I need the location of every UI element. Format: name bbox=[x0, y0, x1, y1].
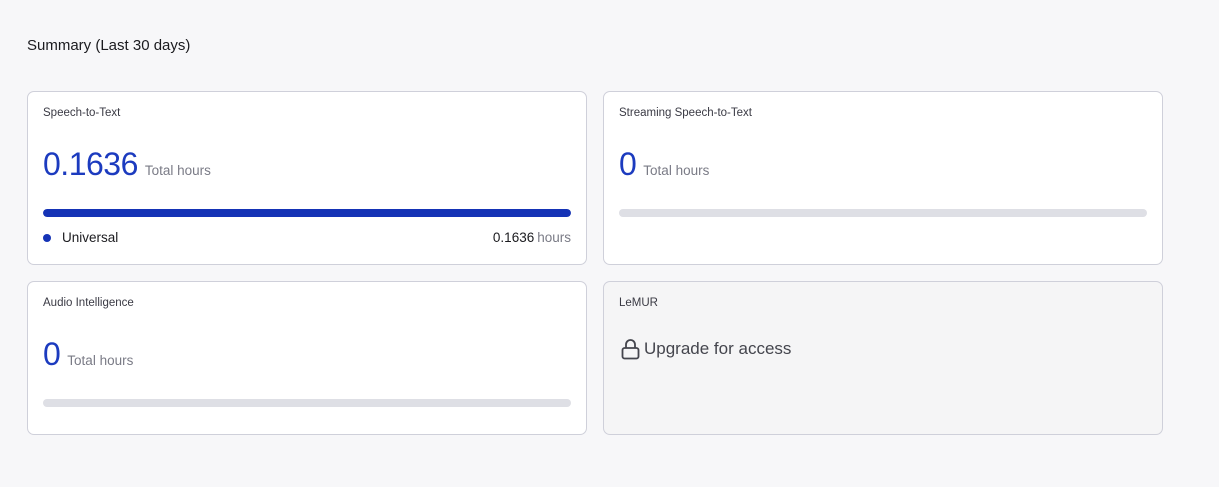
metric: 0 Total hours bbox=[619, 146, 709, 182]
legend-value-number: 0.1636 bbox=[492, 230, 535, 245]
lock-icon bbox=[621, 338, 640, 360]
speech-to-text-card: Speech-to-Text 0.1636 Total hours Univer… bbox=[27, 91, 587, 265]
total-hours-label: Total hours bbox=[67, 353, 134, 368]
card-title: Speech-to-Text bbox=[43, 107, 121, 119]
usage-bar bbox=[619, 209, 1147, 217]
usage-bar bbox=[43, 209, 571, 217]
upgrade-text: Upgrade for access bbox=[644, 339, 792, 358]
summary-title: Summary (Last 30 days) bbox=[27, 37, 191, 54]
audio-intelligence-card: Audio Intelligence 0 Total hours bbox=[27, 281, 587, 435]
card-title: Streaming Speech-to-Text bbox=[619, 107, 752, 119]
usage-bar-fill bbox=[43, 209, 571, 217]
streaming-speech-to-text-card: Streaming Speech-to-Text 0 Total hours bbox=[603, 91, 1163, 265]
legend-dot-icon bbox=[43, 233, 51, 242]
usage-legend: Universal 0.1636 hours bbox=[43, 230, 571, 245]
metric: 0 Total hours bbox=[43, 336, 133, 372]
metric: 0.1636 Total hours bbox=[43, 146, 211, 182]
legend-label: Universal bbox=[62, 230, 119, 245]
card-title: Audio Intelligence bbox=[43, 297, 134, 309]
total-hours-value: 0.1636 bbox=[43, 146, 138, 182]
upgrade-for-access-link[interactable]: Upgrade for access bbox=[621, 338, 791, 360]
usage-summary-page: Summary (Last 30 days) Speech-to-Text 0.… bbox=[0, 0, 1219, 487]
usage-bar bbox=[43, 399, 571, 407]
total-hours-label: Total hours bbox=[643, 163, 710, 178]
card-title: LeMUR bbox=[619, 297, 658, 309]
total-hours-value: 0 bbox=[619, 146, 637, 182]
total-hours-value: 0 bbox=[43, 336, 61, 372]
lemur-card: LeMUR Upgrade for access bbox=[603, 281, 1163, 435]
legend-value: 0.1636 hours bbox=[493, 230, 571, 245]
total-hours-label: Total hours bbox=[144, 163, 211, 178]
legend-item: Universal bbox=[43, 230, 118, 245]
legend-value-unit: hours bbox=[537, 230, 571, 245]
